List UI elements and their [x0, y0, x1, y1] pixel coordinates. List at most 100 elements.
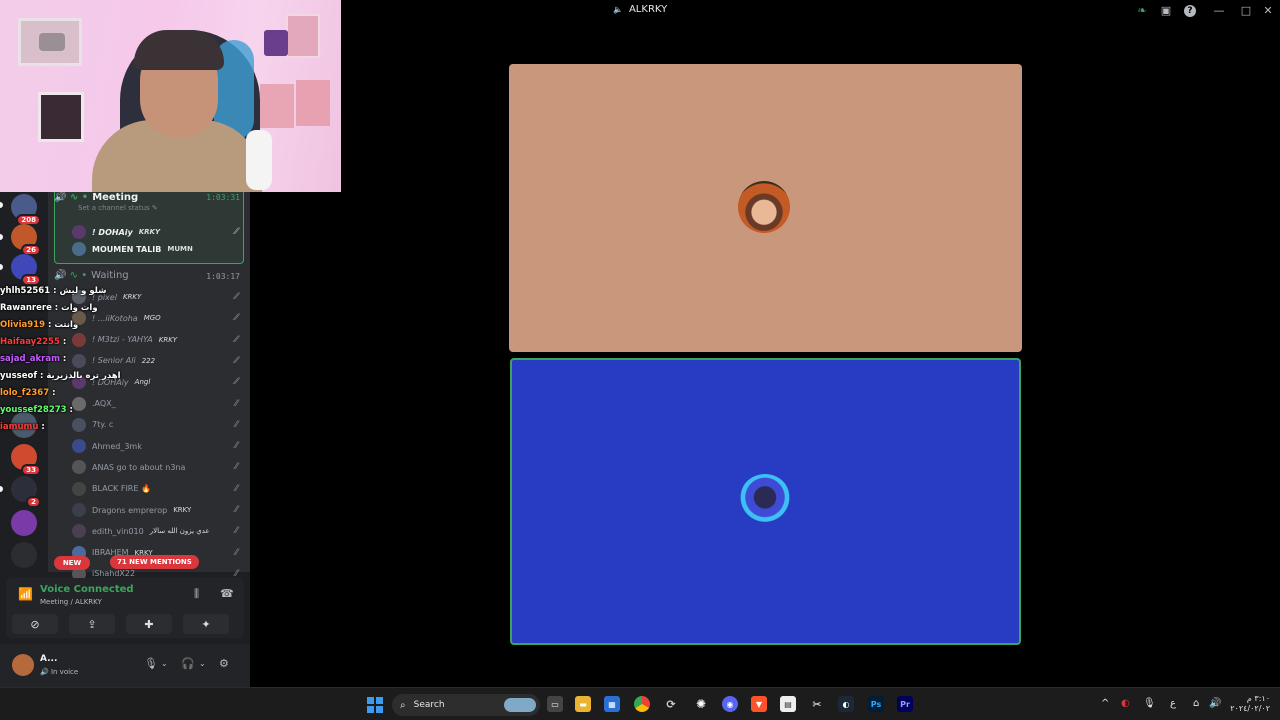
speaker-icon: 🔊 ∿ • — [54, 270, 88, 281]
premiere-icon[interactable]: Pr — [897, 696, 913, 712]
taskbar-clock[interactable]: ٣:١٠ م ٢٠٢٤/٠٢/٠٢ — [1230, 694, 1270, 714]
capcut-icon[interactable]: ✂ — [809, 696, 825, 712]
maximize-button[interactable]: □ — [1236, 0, 1256, 21]
voice-member[interactable]: BLACK FIRE 🔥 ⁄⁄ — [72, 480, 244, 498]
tray-microphone-icon[interactable]: 🎙 — [1143, 698, 1156, 709]
noise-suppression-icon[interactable]: ⫼ — [194, 587, 199, 601]
speaker-icon: 🔈 — [613, 5, 623, 14]
voice-member[interactable]: Ahmed_3mk ⁄⁄ — [72, 437, 244, 455]
chrome-icon[interactable] — [634, 696, 650, 712]
new-badge[interactable]: NEW — [54, 556, 90, 570]
chat-username: Haifaay2255 — [0, 337, 60, 347]
microphone — [246, 130, 272, 190]
screen: 🔈 ALKRKY ❧ ▣ ? — □ ✕ 208 26 13 33 2 🔊 ∿ … — [0, 0, 1280, 720]
camera-off-button[interactable]: ⊘ — [12, 614, 58, 634]
member-tag: KRKY — [122, 293, 142, 301]
member-name: Ahmed_3mk — [92, 441, 142, 451]
avatar — [72, 439, 86, 454]
headphones-icon[interactable]: 🎧 — [181, 657, 195, 670]
screen-share-button[interactable]: ⇪ — [69, 614, 115, 634]
settings-gear-icon[interactable]: ⚙ — [219, 657, 229, 670]
wall-frame — [286, 14, 320, 58]
deafened-icon: ⁄⁄ — [234, 505, 238, 515]
inbox-icon[interactable]: ▣ — [1154, 0, 1178, 21]
server-icon[interactable] — [11, 542, 37, 568]
member-tag: Angl — [134, 378, 151, 387]
store-icon[interactable]: ▦ — [604, 696, 620, 712]
chat-separator: : — [49, 388, 56, 398]
unread-pill — [0, 234, 3, 240]
soundboard-button[interactable]: ✦ — [183, 614, 229, 634]
file-explorer-icon[interactable]: ▬ — [575, 696, 591, 712]
clock-date: ٢٠٢٤/٠٢/٠٢ — [1230, 704, 1270, 713]
new-mentions-button[interactable]: 71 NEW MENTIONS — [110, 555, 199, 569]
steelseries-icon[interactable]: ✺ — [693, 696, 709, 712]
camera-off-icon: ⊘ — [30, 617, 40, 631]
video-tile[interactable] — [509, 64, 1022, 352]
network-icon[interactable]: ⌂ — [1193, 698, 1199, 709]
start-button[interactable] — [367, 697, 383, 713]
voice-channel-waiting[interactable]: 🔊 ∿ • Waiting 1:03:17 — [54, 270, 244, 284]
server-icon[interactable]: 26 — [11, 224, 41, 256]
task-view-icon[interactable]: ▭ — [547, 696, 563, 712]
server-icon[interactable]: 13 — [11, 254, 41, 286]
minimize-button[interactable]: — — [1202, 0, 1236, 21]
video-tile-speaking[interactable] — [510, 358, 1021, 645]
photoshop-icon[interactable]: Ps — [868, 696, 884, 712]
channel-status[interactable]: Set a channel status ✎ — [78, 204, 158, 212]
document-icon[interactable]: ▤ — [780, 696, 796, 712]
voice-member[interactable]: edith_vin010 عدي يزون الله سالار ⁄⁄ — [72, 522, 244, 540]
voice-member[interactable]: ! DOHAiy KRKY ⁄⁄ — [72, 223, 244, 241]
signal-icon[interactable]: 📶 — [18, 587, 33, 601]
shelf-bottles — [264, 30, 288, 56]
title-bar: 🔈 ALKRKY ❧ ▣ ? — □ ✕ — [341, 0, 1280, 21]
member-tag: MGO — [143, 314, 161, 323]
server-icon[interactable]: 208 — [11, 194, 41, 226]
leaf-icon[interactable]: ❧ — [1130, 0, 1154, 21]
wall-frame — [260, 84, 294, 128]
title-bar-controls: ❧ ▣ ? — □ ✕ — [1130, 0, 1280, 21]
show-hidden-icons-chevron[interactable]: ^ — [1101, 698, 1109, 709]
window-title: 🔈 ALKRKY — [613, 4, 667, 15]
volume-icon[interactable]: 🔊 — [1209, 698, 1221, 709]
soundboard-icon: ✦ — [201, 617, 211, 631]
chat-message: youssef28273 : — [0, 402, 120, 419]
member-tag: KRKY — [138, 228, 161, 236]
voice-channel-path[interactable]: Meeting / ALKRKY — [40, 598, 102, 606]
brave-icon[interactable]: ▼ — [751, 696, 767, 712]
chat-separator: : — [59, 354, 67, 364]
chat-text: وانتت — [54, 320, 79, 330]
user-name[interactable]: A... — [40, 654, 57, 664]
tray-app-icon[interactable]: ◐ — [1121, 698, 1130, 709]
activities-button[interactable]: ✚ — [126, 614, 172, 634]
chat-message: lolo_f2367 : — [0, 385, 120, 402]
steam-icon[interactable]: ◐ — [838, 696, 854, 712]
chevron-down-icon[interactable]: ⌄ — [199, 659, 206, 668]
deafened-icon: ⁄⁄ — [234, 462, 238, 473]
chat-message: sajad_akram : — [0, 351, 120, 368]
streamer-hat — [134, 30, 224, 70]
server-icon[interactable] — [11, 510, 37, 536]
voice-member[interactable]: Dragons emprerор KRKY ⁄⁄ — [72, 501, 244, 519]
screen-share-icon: ⇪ — [87, 617, 97, 631]
member-name: edith_vin010 — [92, 526, 144, 536]
disconnect-icon[interactable]: ☎ — [220, 587, 234, 600]
chevron-down-icon[interactable]: ⌄ — [161, 659, 168, 668]
server-icon[interactable]: 2 — [11, 476, 41, 508]
window-title-text: ALKRKY — [628, 4, 668, 15]
user-avatar[interactable] — [12, 654, 34, 676]
help-button[interactable]: ? — [1178, 0, 1202, 21]
taskbar-search[interactable]: ⌕ Search — [392, 694, 540, 716]
app-icon[interactable]: ⟳ — [663, 696, 679, 712]
discord-icon[interactable]: ◉ — [722, 696, 738, 712]
user-panel: A... 🔊 In voice 🎙 ⌄ 🎧 ⌄ ⚙ — [0, 644, 250, 687]
chat-username: yusseof — [0, 371, 38, 381]
close-button[interactable]: ✕ — [1256, 0, 1280, 21]
voice-member[interactable]: ANAS go to about n3na ⁄⁄ — [72, 458, 244, 476]
chat-text: شلو و ليش — [59, 286, 107, 296]
language-indicator[interactable]: ع — [1170, 698, 1176, 709]
server-icon[interactable]: 33 — [11, 444, 41, 476]
voice-member[interactable]: MOUMEN TALIB MUMN — [72, 240, 244, 258]
microphone-icon[interactable]: 🎙 — [144, 657, 158, 670]
voice-status-title[interactable]: Voice Connected — [40, 584, 134, 595]
